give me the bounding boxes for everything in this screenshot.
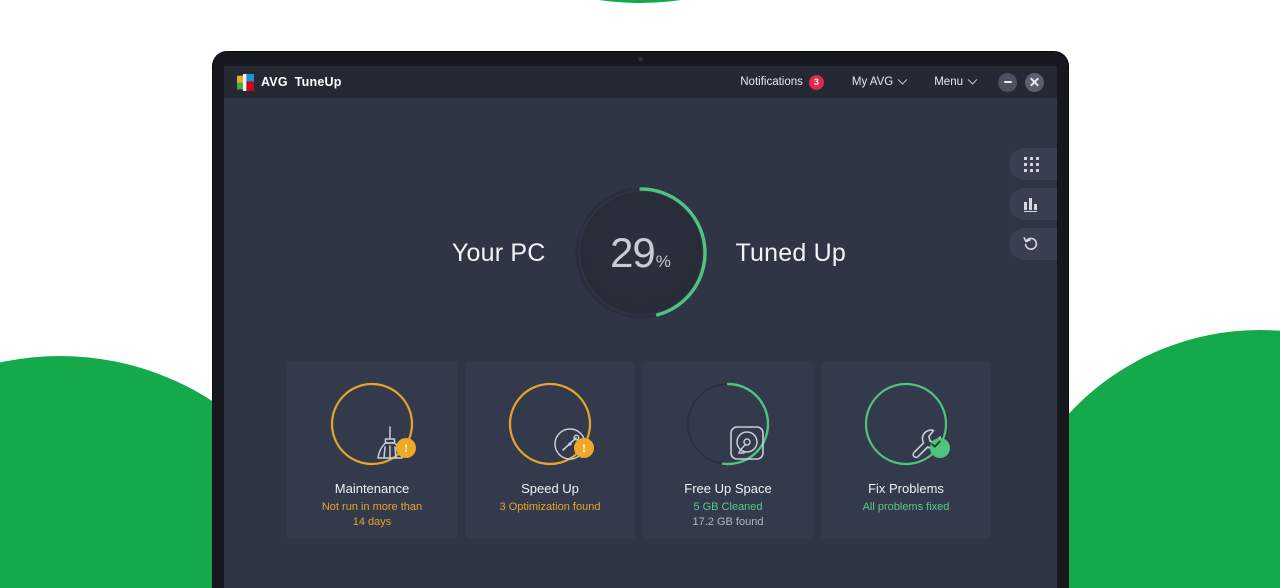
app-body: Your PC 29 % Tuned Up ! Maintenance Not … [224, 98, 1057, 588]
grid-apps-icon [1023, 156, 1039, 172]
background-circle-top [360, 0, 920, 3]
gauge-value: 29 [610, 229, 656, 276]
laptop-mockup: AVG TuneUp Notifications 3 My AVG Menu Y… [213, 52, 1068, 588]
title-bar: AVG TuneUp Notifications 3 My AVG Menu [224, 66, 1057, 98]
notifications-label: Notifications [740, 76, 803, 88]
menu-label: Menu [934, 76, 963, 88]
hero-right-text: Tuned Up [735, 238, 846, 267]
card-title: Free Up Space [684, 481, 772, 496]
card-status-ring: ! [507, 381, 594, 467]
card-subtitle-primary: Not run in more than [321, 501, 423, 513]
gauge-center: 29 % [579, 192, 702, 314]
rail-button-all-tools[interactable] [1009, 148, 1057, 180]
avg-tuneup-window: AVG TuneUp Notifications 3 My AVG Menu Y… [224, 66, 1057, 588]
gauge-unit: % [655, 252, 671, 271]
card-subtitle-secondary: 14 days [352, 516, 392, 528]
tuneup-score-gauge: 29 % [572, 184, 710, 322]
card-title: Fix Problems [868, 481, 944, 496]
hero-left-text: Your PC [451, 238, 546, 267]
feature-card-fix-problems[interactable]: Fix Problems All problems fixed [821, 361, 991, 539]
feature-cards: ! Maintenance Not run in more than 14 days … [287, 361, 994, 539]
screenshot-root: AVG TuneUp Notifications 3 My AVG Menu Y… [0, 0, 1280, 588]
minimize-button[interactable] [998, 72, 1017, 92]
brand-avg-text: AVG [261, 75, 288, 89]
card-subtitle-primary: All problems fixed [862, 501, 950, 513]
feature-card-maintenance[interactable]: ! Maintenance Not run in more than 14 days [287, 361, 457, 539]
avg-logo-icon [237, 73, 254, 91]
status-badge-warning-icon: ! [396, 438, 416, 458]
minimize-icon [1003, 81, 1012, 83]
card-title: Speed Up [521, 481, 579, 496]
notifications-badge: 3 [808, 74, 824, 90]
brand-product-text: TuneUp [294, 75, 342, 89]
chevron-down-icon [967, 74, 978, 85]
app-brand: AVG TuneUp [237, 73, 342, 91]
my-avg-menu[interactable]: My AVG [838, 74, 920, 88]
card-subtitle-primary: 3 Optimization found [499, 501, 601, 513]
card-subtitle-secondary: 17.2 GB found [692, 516, 764, 528]
card-status-ring [685, 381, 771, 467]
card-status-ring: ! [329, 381, 416, 467]
card-status-ring [863, 381, 950, 467]
tuneup-score-hero: Your PC 29 % Tuned Up [224, 184, 1057, 322]
my-avg-label: My AVG [851, 76, 894, 88]
close-button[interactable] [1025, 72, 1044, 92]
feature-card-free-up-space[interactable]: Free Up Space 5 GB Cleaned 17.2 GB found [643, 361, 813, 539]
title-bar-nav: Notifications 3 My AVG Menu [726, 72, 1044, 92]
feature-card-speed-up[interactable]: ! Speed Up 3 Optimization found [465, 361, 635, 539]
exclamation-glyph: ! [582, 441, 586, 455]
status-badge-ok-icon [930, 438, 950, 458]
close-icon [1028, 76, 1041, 89]
main-menu[interactable]: Menu [920, 74, 990, 88]
status-badge-warning-icon: ! [574, 438, 594, 458]
chevron-down-icon [897, 74, 908, 85]
notifications-button[interactable]: Notifications 3 [726, 74, 838, 90]
card-subtitle-primary: 5 GB Cleaned [693, 501, 763, 513]
exclamation-glyph: ! [404, 441, 408, 455]
webcam-dot [638, 57, 643, 62]
card-title: Maintenance [334, 481, 410, 496]
